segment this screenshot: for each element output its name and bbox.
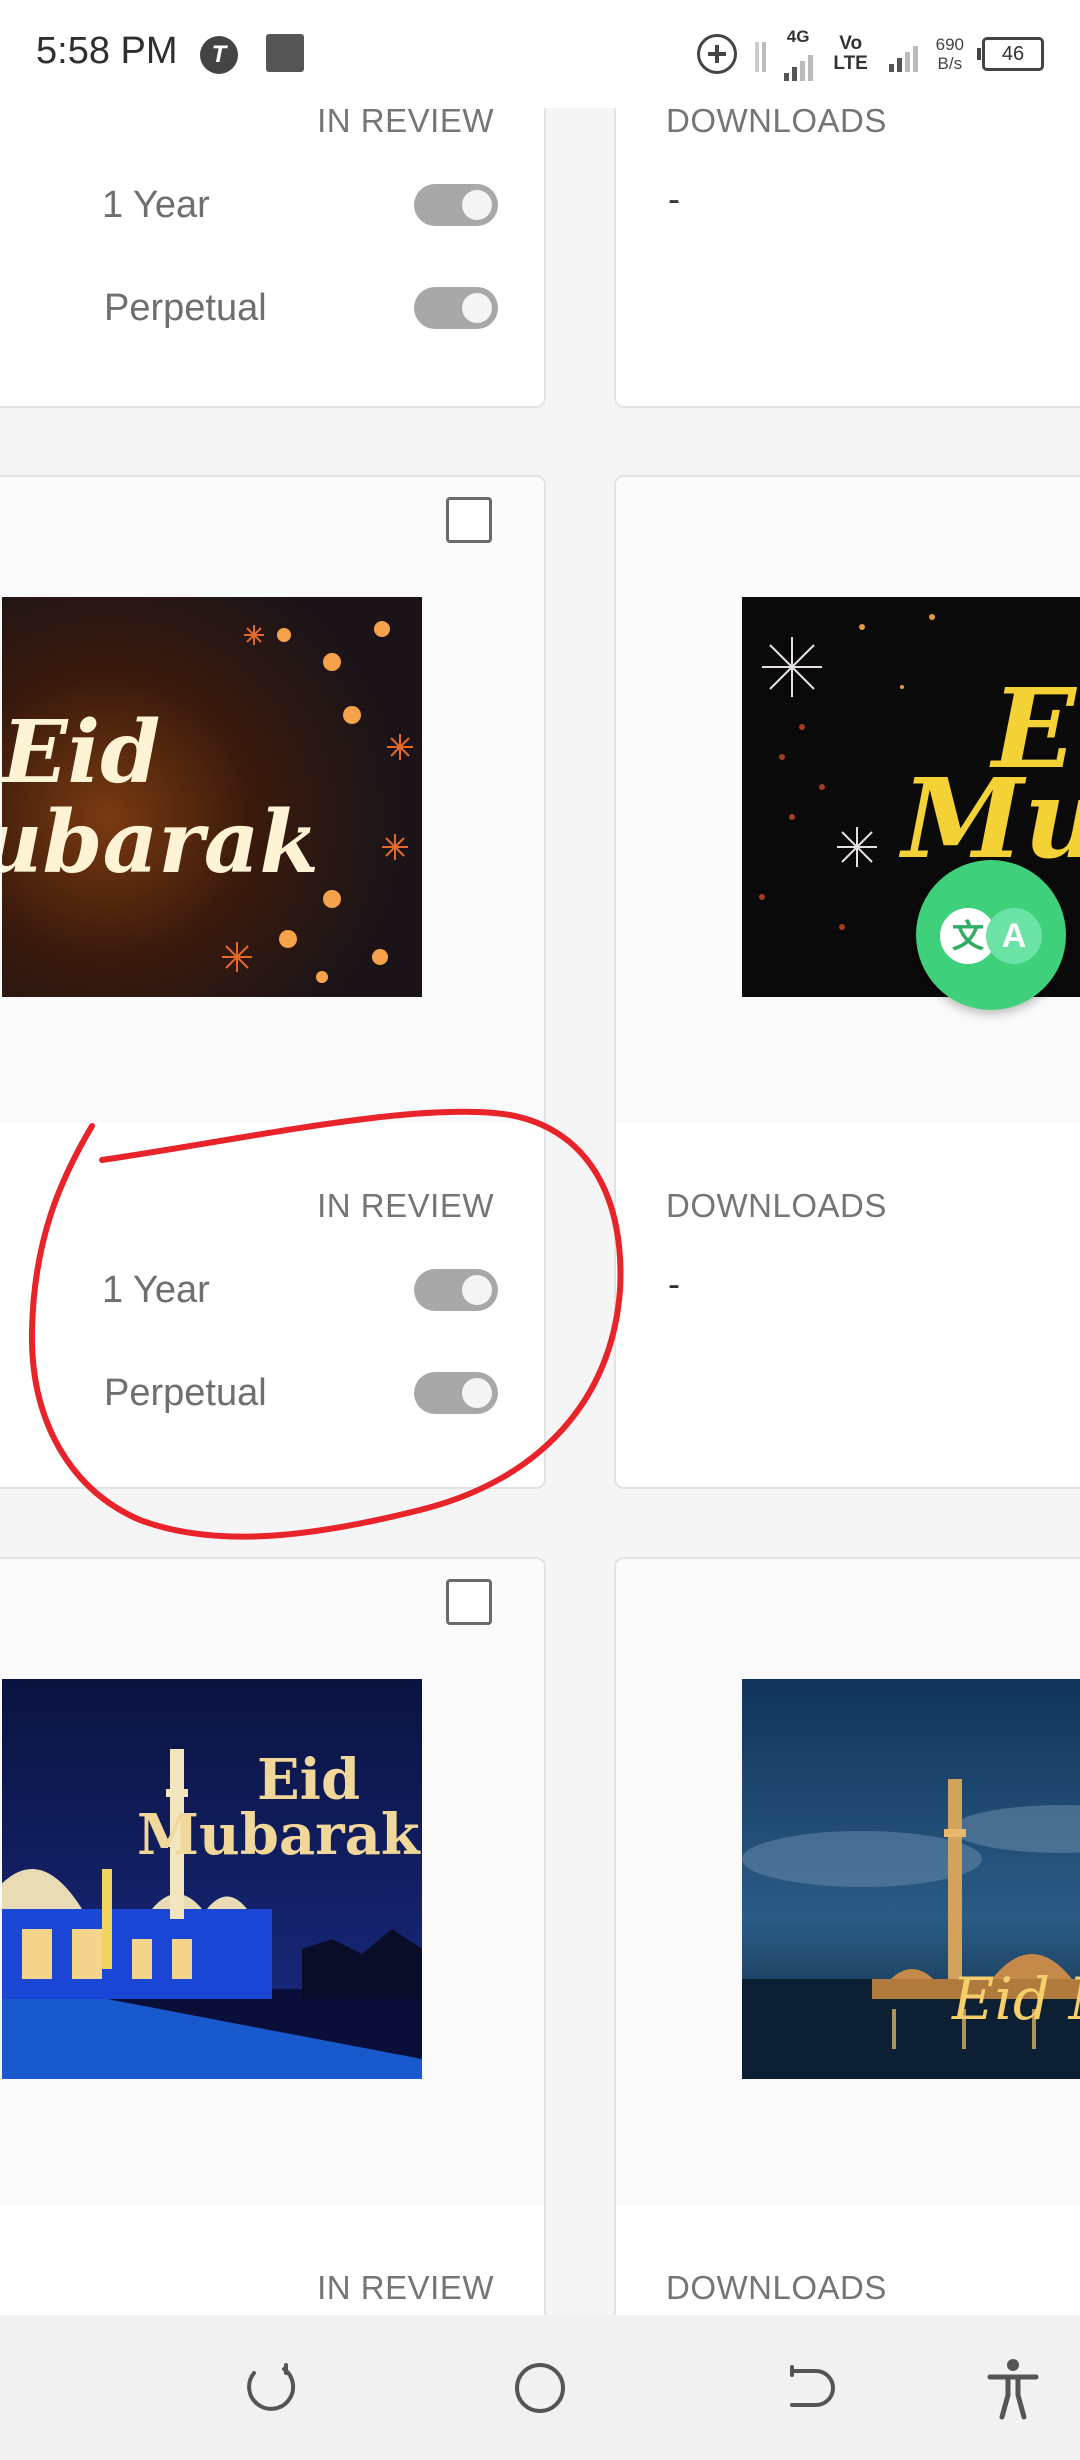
option-label-perpetual: Perpetual (104, 287, 267, 329)
option-label-1-year: 1 Year (102, 1269, 210, 1311)
status-time: 5:58 PM (36, 30, 178, 72)
eid-mosque-thumbnail[interactable]: Eid Mubarak (2, 1679, 422, 2079)
network-speed-unit: B/s (937, 54, 963, 73)
image-text-eid-mubarak: Eid M (951, 1965, 1080, 2033)
toggle-perpetual[interactable] (414, 1372, 498, 1414)
translate-target-glyph: A (986, 908, 1042, 964)
thumbnail-area: E Mu (616, 477, 1080, 1123)
network-4g-signal: 4G (783, 26, 813, 81)
toggle-1-year[interactable] (414, 1269, 498, 1311)
signal-bars-icon (783, 45, 813, 81)
eid-dusk-mosque-image: Eid M (742, 1679, 1080, 2079)
option-label-1-year: 1 Year (102, 184, 210, 226)
translate-fab[interactable]: 文 A (916, 860, 1066, 1010)
status-label: IN REVIEW (317, 1187, 494, 1224)
app-notification-icon: T (200, 36, 238, 74)
data-saver-icon (696, 34, 737, 74)
data-transfer-icon (754, 36, 766, 72)
network-4g-label: 4G (786, 26, 810, 46)
thumbnail-area: Eid Mubarak (0, 1559, 544, 2205)
battery-icon: 46 (977, 37, 1044, 71)
status-bar: 5:58 PM T 4G Vo LTE 690 B/s 46 (0, 0, 1080, 108)
network-speed: 690 B/s (936, 35, 964, 73)
image-text-mubarak: ubarak (2, 792, 319, 893)
image-text-eid: Eid (2, 702, 160, 803)
downloads-value: - (668, 178, 680, 219)
volte-label: Vo LTE (833, 33, 868, 74)
home-icon[interactable] (507, 2355, 573, 2421)
asset-card-2-left: Eid ubarak IN REVIEW 1 Year Perpetual (0, 475, 546, 1489)
downloads-label: DOWNLOADS (666, 1187, 887, 1224)
eid-mosque-image: Eid Mubarak (2, 1679, 422, 2079)
select-checkbox[interactable] (446, 497, 492, 543)
option-label-perpetual: Perpetual (104, 1372, 267, 1414)
network-speed-value: 690 (935, 35, 964, 54)
signal-bars-2-icon (888, 36, 918, 72)
screen: 5:58 PM T 4G Vo LTE 690 B/s 46 IN REVIEW… (0, 0, 1080, 2460)
back-icon[interactable] (776, 2355, 842, 2421)
status-label: IN REVIEW (317, 2269, 494, 2306)
downloads-value: - (668, 1263, 680, 1304)
downloads-label: DOWNLOADS (666, 2269, 887, 2306)
image-text-mubarak: Mubarak (137, 1802, 421, 1868)
toggle-1-year[interactable] (414, 184, 498, 226)
recents-icon[interactable] (238, 2355, 304, 2421)
eid-dusk-mosque-thumbnail[interactable]: Eid M (742, 1679, 1080, 2079)
eid-fireworks-thumbnail[interactable]: Eid ubarak (2, 597, 422, 997)
select-checkbox[interactable] (446, 1579, 492, 1625)
thumbnail-area: Eid ubarak (0, 477, 544, 1123)
system-navigation-bar (0, 2315, 1080, 2460)
eid-fireworks-image: Eid ubarak (2, 597, 422, 997)
gallery-notification-icon (266, 34, 304, 72)
status-indicators: 4G Vo LTE 690 B/s 46 (696, 22, 1044, 86)
toggle-perpetual[interactable] (414, 287, 498, 329)
thumbnail-area: Eid M (616, 1559, 1080, 2205)
accessibility-icon[interactable] (980, 2355, 1046, 2421)
